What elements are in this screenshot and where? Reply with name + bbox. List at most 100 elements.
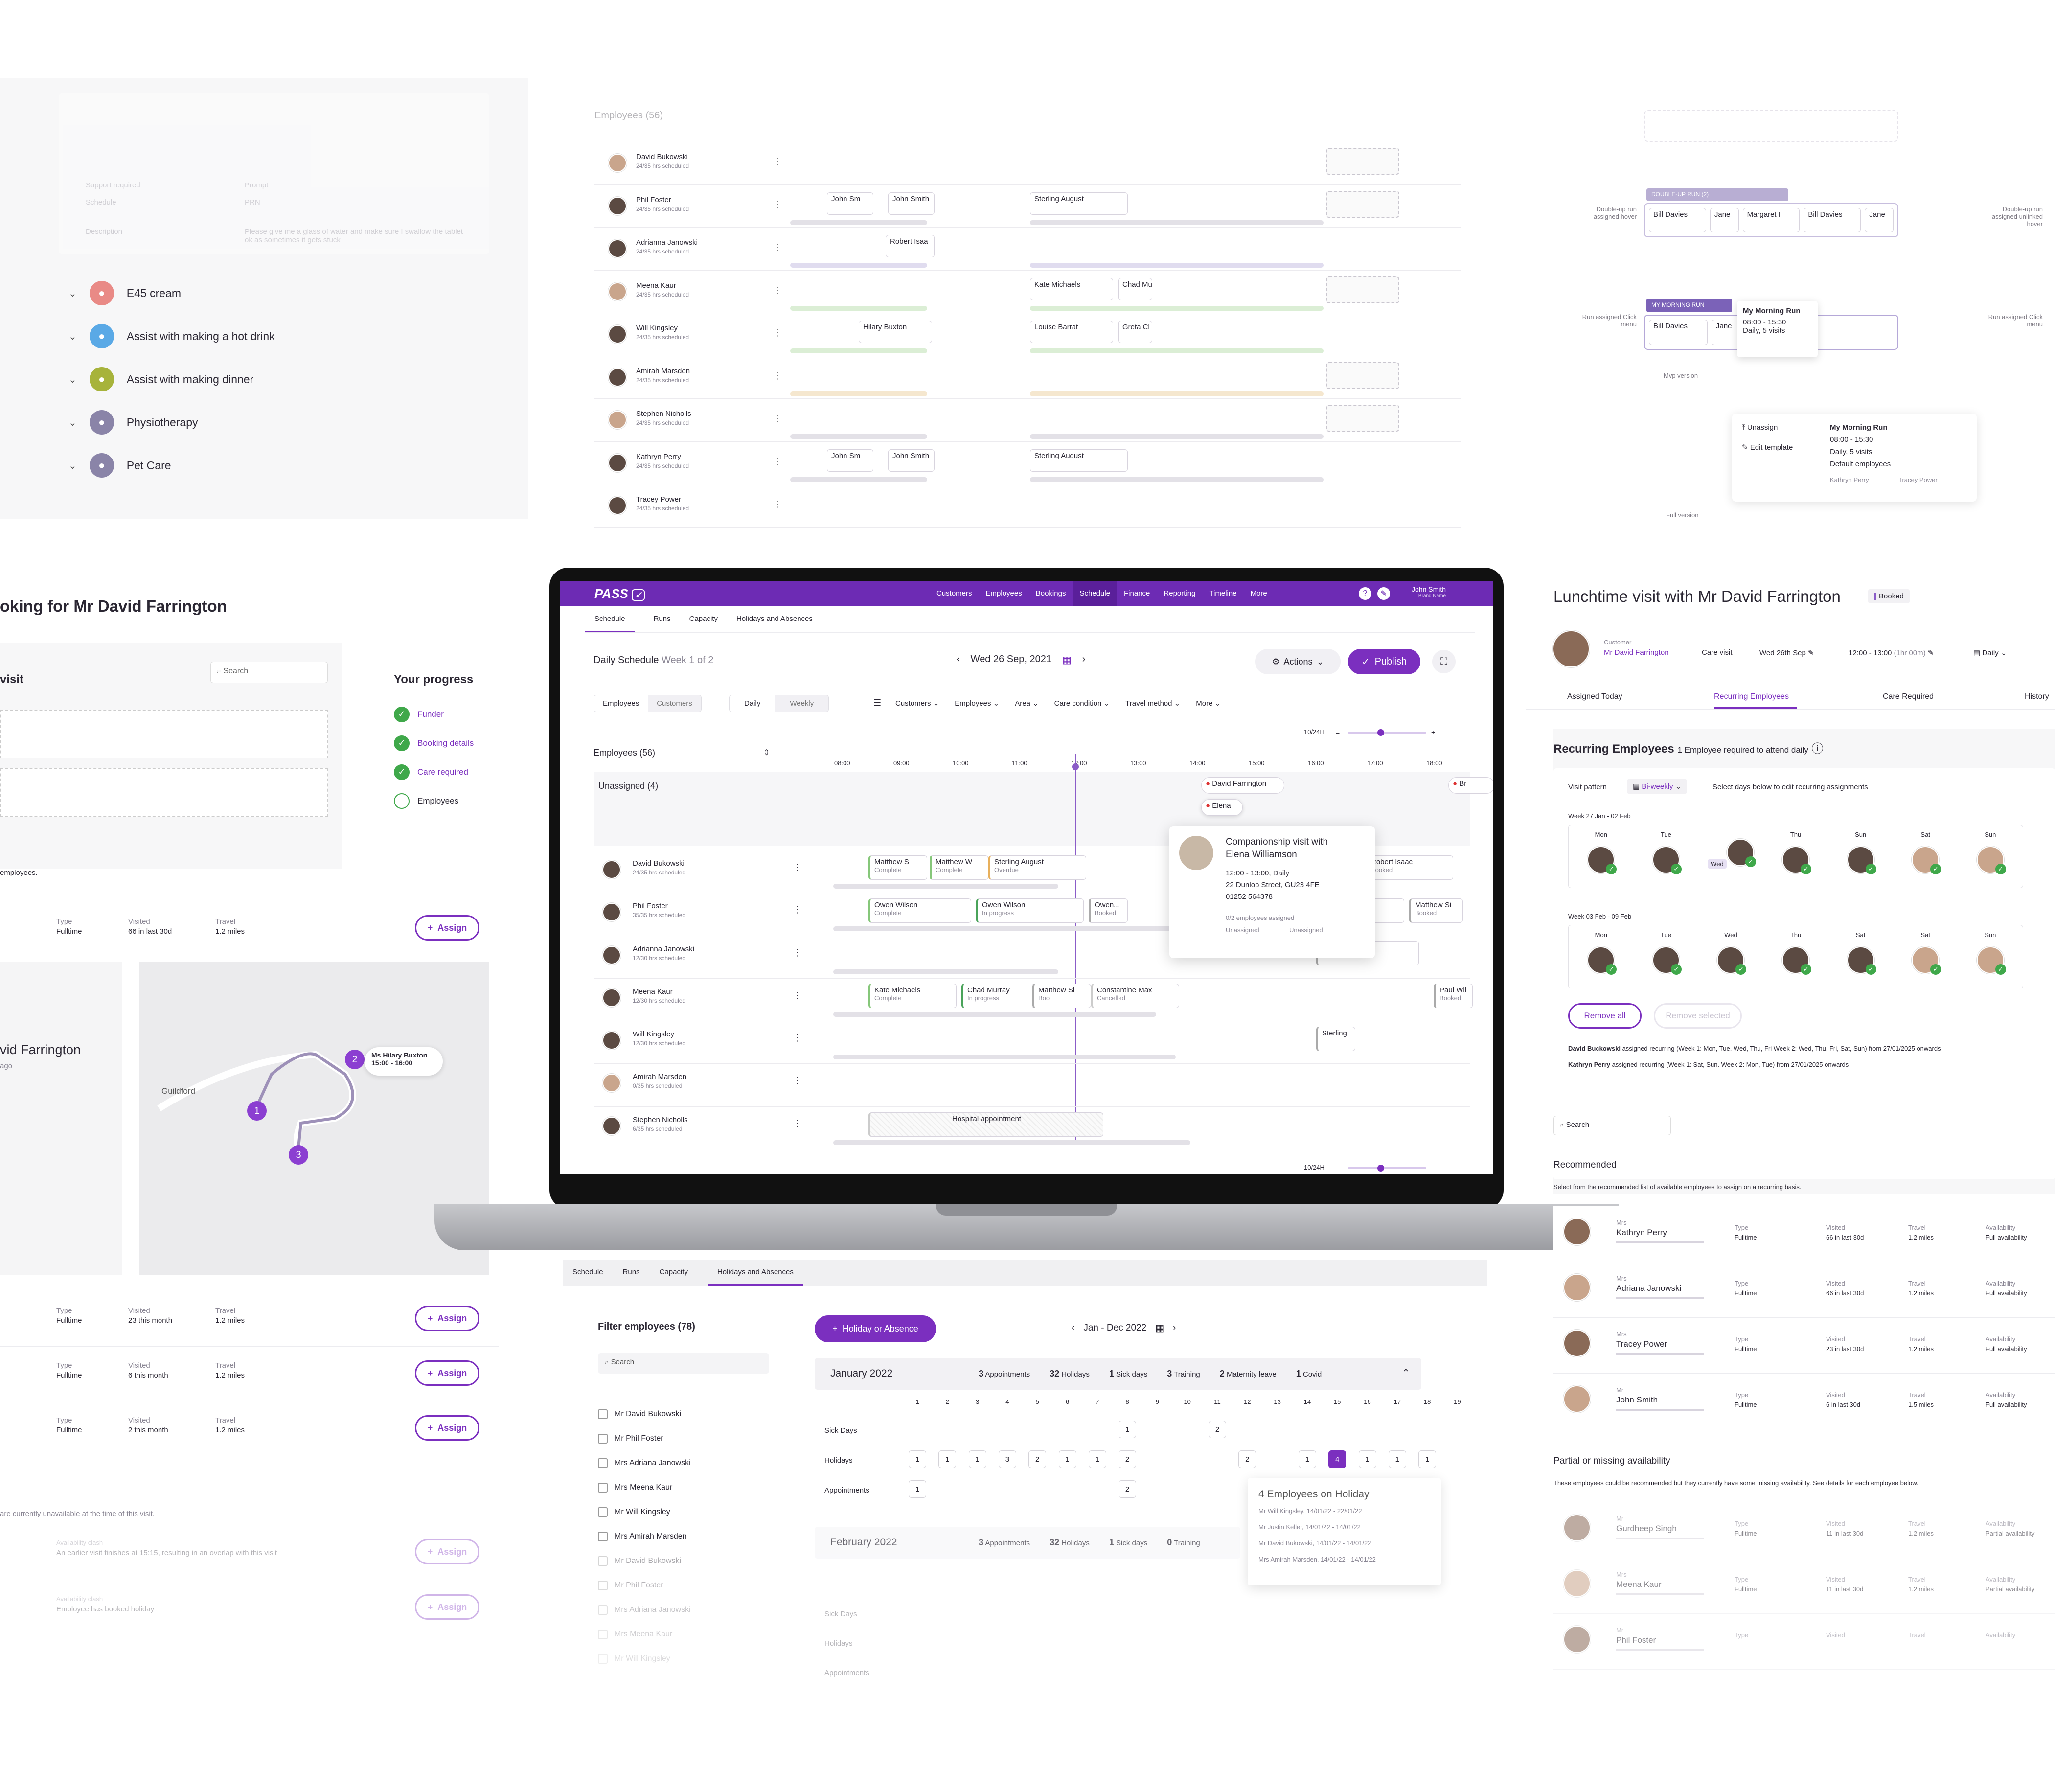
publish-button[interactable]: ✓ Publish bbox=[1348, 649, 1420, 674]
employee-checkbox-row[interactable]: Mr David Bukowski bbox=[598, 1402, 691, 1426]
tab-capacity[interactable]: Capacity bbox=[660, 1260, 688, 1286]
nav-item-customers[interactable]: Customers bbox=[930, 581, 979, 606]
assign-button[interactable]: + Assign bbox=[415, 1306, 480, 1331]
visit-chip[interactable]: Louise Barrat bbox=[1030, 321, 1113, 343]
day-cell[interactable]: 1 bbox=[1298, 1450, 1316, 1468]
more-icon[interactable]: ⋮ bbox=[793, 862, 802, 873]
visit-chip[interactable]: Robert Isaa bbox=[886, 235, 935, 257]
shift-chip[interactable]: Hospital appointment bbox=[868, 1112, 1103, 1137]
visit-chip[interactable]: John Smith bbox=[888, 449, 935, 472]
more-icon[interactable]: ⋮ bbox=[773, 200, 782, 210]
assign-button[interactable]: + Assign bbox=[415, 915, 480, 941]
filter-employees[interactable]: Employees ⌄ bbox=[955, 699, 999, 708]
day-cell[interactable]: 1 bbox=[909, 1480, 926, 1498]
shift-chip[interactable]: Paul Wil Booked bbox=[1434, 984, 1473, 1008]
assign-button[interactable]: + Assign bbox=[415, 1415, 480, 1441]
employee-name[interactable]: Meena Kaur bbox=[1616, 1580, 1662, 1589]
collapse-icon[interactable]: ⌃ bbox=[1402, 1367, 1410, 1379]
month-header[interactable]: January 2022 3 Appointments 32 Holidays 1 … bbox=[815, 1358, 1421, 1390]
assign-button-disabled[interactable]: + Assign bbox=[415, 1539, 480, 1564]
shift-chip[interactable]: Matthew Si Boo bbox=[1032, 984, 1091, 1008]
day-cell[interactable]: 2 bbox=[1238, 1450, 1256, 1468]
employee-checkbox-row[interactable]: Mr Phil Foster bbox=[598, 1573, 691, 1598]
more-icon[interactable]: ⋮ bbox=[793, 948, 802, 958]
map-pin-1[interactable]: 1 bbox=[247, 1101, 267, 1121]
employee-row[interactable]: Amirah Marsden 0/35 hrs scheduled ⋮ bbox=[594, 1064, 1470, 1107]
run-chip[interactable]: Bill Davies bbox=[1649, 320, 1708, 345]
prev-icon[interactable]: ‹ bbox=[957, 654, 960, 666]
employee-checkbox-row[interactable]: Mrs Meena Kaur bbox=[598, 1475, 691, 1500]
zoom-handle[interactable] bbox=[1377, 1165, 1384, 1172]
avail-value[interactable]: Full availability bbox=[1986, 1345, 2027, 1353]
tab-assigned-today[interactable]: Assigned Today bbox=[1567, 692, 1622, 701]
frequency-select[interactable]: ▤ Daily ⌄ bbox=[1973, 648, 2007, 657]
actions-button[interactable]: ⚙ Actions ⌄ bbox=[1255, 649, 1341, 674]
chevron-down-icon[interactable]: ⌄ bbox=[68, 287, 77, 299]
recommended-row[interactable]: Mrs Kathryn Perry Type Fulltime Visited 66 in… bbox=[1553, 1206, 2055, 1262]
checkbox[interactable] bbox=[598, 1654, 608, 1664]
employee-row[interactable]: Type Fulltime Visited 2 this month Travel 1.2… bbox=[0, 1401, 499, 1456]
day-slot[interactable]: Sun ✓ bbox=[1958, 925, 2023, 988]
avail-value[interactable]: Partial availability bbox=[1986, 1585, 2034, 1593]
avail-value[interactable]: Full availability bbox=[1986, 1401, 2027, 1408]
more-icon[interactable]: ⋮ bbox=[793, 1119, 802, 1129]
unassigned-visit[interactable]: ● Br bbox=[1448, 777, 1493, 794]
day-cell[interactable]: 1 bbox=[1358, 1450, 1376, 1468]
employee-name[interactable]: Gurdheep Singh bbox=[1616, 1524, 1677, 1534]
shift-chip[interactable]: Sterling bbox=[1316, 1027, 1355, 1051]
tab-holidays-and-absences[interactable]: Holidays and Absences bbox=[736, 606, 813, 632]
selected-day-cell[interactable]: 4 bbox=[1328, 1450, 1347, 1468]
unassigned-visit[interactable]: ● David Farrington bbox=[1201, 777, 1284, 794]
double-up-tag[interactable]: DOUBLE-UP RUN (2) bbox=[1646, 188, 1788, 201]
employee-checkbox-row[interactable]: Mrs Meena Kaur bbox=[598, 1622, 691, 1647]
employee-checkbox-row[interactable]: Mrs Adriana Janowski bbox=[598, 1451, 691, 1475]
shift-chip[interactable]: Owen Wilson Complete bbox=[868, 898, 971, 923]
checkbox[interactable] bbox=[598, 1605, 608, 1615]
range-picker[interactable]: ‹ Jan - Dec 2022 ▦ › bbox=[1072, 1323, 1176, 1334]
recommended-row[interactable]: Mrs Meena Kaur Type Fulltime Visited 11 in la… bbox=[1553, 1558, 2055, 1614]
day-slot[interactable]: Tue ✓ bbox=[1634, 925, 1699, 988]
schedule-row[interactable]: Stephen Nicholls 24/35 hrs scheduled ⋮ bbox=[594, 399, 1461, 442]
day-slot[interactable]: Mon ✓ bbox=[1569, 925, 1634, 988]
recommended-row[interactable]: Mrs Tracey Power Type Fulltime Visited 23 in … bbox=[1553, 1318, 2055, 1374]
tab-schedule[interactable]: Schedule bbox=[572, 1260, 603, 1286]
drop-area-2[interactable] bbox=[0, 768, 328, 817]
filter-more[interactable]: More ⌄ bbox=[1196, 699, 1221, 708]
employee-search-input[interactable]: ⌕ Search bbox=[598, 1353, 769, 1374]
map-pin-3[interactable]: 3 bbox=[289, 1145, 308, 1165]
calendar-icon[interactable]: ▦ bbox=[1155, 1323, 1164, 1334]
care-item[interactable]: ⌄ ● Pet Care bbox=[68, 444, 411, 487]
day-slot[interactable]: Wed ✓ bbox=[1698, 825, 1763, 888]
tab-capacity[interactable]: Capacity bbox=[689, 606, 718, 632]
empty-slot[interactable] bbox=[1326, 148, 1399, 175]
schedule-row[interactable]: Will Kingsley 24/35 hrs scheduled ⋮ Louise … bbox=[594, 313, 1461, 356]
schedule-row[interactable]: David Bukowski 24/35 hrs scheduled ⋮ bbox=[594, 142, 1461, 185]
avail-value[interactable]: Full availability bbox=[1986, 1234, 2027, 1241]
tab-recurring-employees[interactable]: Recurring Employees bbox=[1714, 692, 1797, 709]
day-slot[interactable]: Tue ✓ bbox=[1634, 825, 1699, 888]
visit-chip[interactable]: Greta Cl bbox=[1118, 321, 1152, 343]
visit-date[interactable]: Wed 26th Sep ✎ bbox=[1759, 648, 1814, 657]
schedule-row[interactable]: Amirah Marsden 24/35 hrs scheduled ⋮ bbox=[594, 356, 1461, 399]
run-chip[interactable]: Jane bbox=[1865, 208, 1894, 232]
more-icon[interactable]: ⋮ bbox=[773, 328, 782, 338]
customer-link[interactable]: Mr David Farrington bbox=[1604, 648, 1669, 657]
edit-template-option[interactable]: ✎ Edit template bbox=[1742, 443, 1793, 452]
schedule-row[interactable]: Meena Kaur 24/35 hrs scheduled ⋮ Kate Micha… bbox=[594, 271, 1461, 313]
tab-runs[interactable]: Runs bbox=[654, 606, 671, 632]
day-slot[interactable]: Thu ✓ bbox=[1763, 925, 1828, 988]
more-icon[interactable]: ⋮ bbox=[793, 1033, 802, 1043]
day-slot[interactable]: Wed ✓ bbox=[1698, 925, 1763, 988]
run-chip[interactable]: Jane bbox=[1712, 320, 1741, 345]
double-up-run[interactable]: Bill Davies Jane Margaret I Bill Davies … bbox=[1644, 203, 1898, 237]
run-chip[interactable]: Bill Davies bbox=[1804, 208, 1861, 232]
more-icon[interactable]: ⋮ bbox=[773, 414, 782, 424]
more-icon[interactable]: ⋮ bbox=[793, 905, 802, 915]
unassigned-visit[interactable]: ● Elena bbox=[1201, 799, 1243, 816]
nav-item-more[interactable]: More bbox=[1244, 581, 1274, 606]
map-pin-2[interactable]: 2 bbox=[345, 1050, 365, 1069]
filter-icon[interactable]: ☰ bbox=[873, 698, 881, 708]
day-slot[interactable]: Mon ✓ bbox=[1569, 825, 1634, 888]
chevron-down-icon[interactable]: ⌄ bbox=[68, 330, 77, 343]
shift-chip[interactable]: Owen Wilson In progress bbox=[976, 898, 1084, 923]
